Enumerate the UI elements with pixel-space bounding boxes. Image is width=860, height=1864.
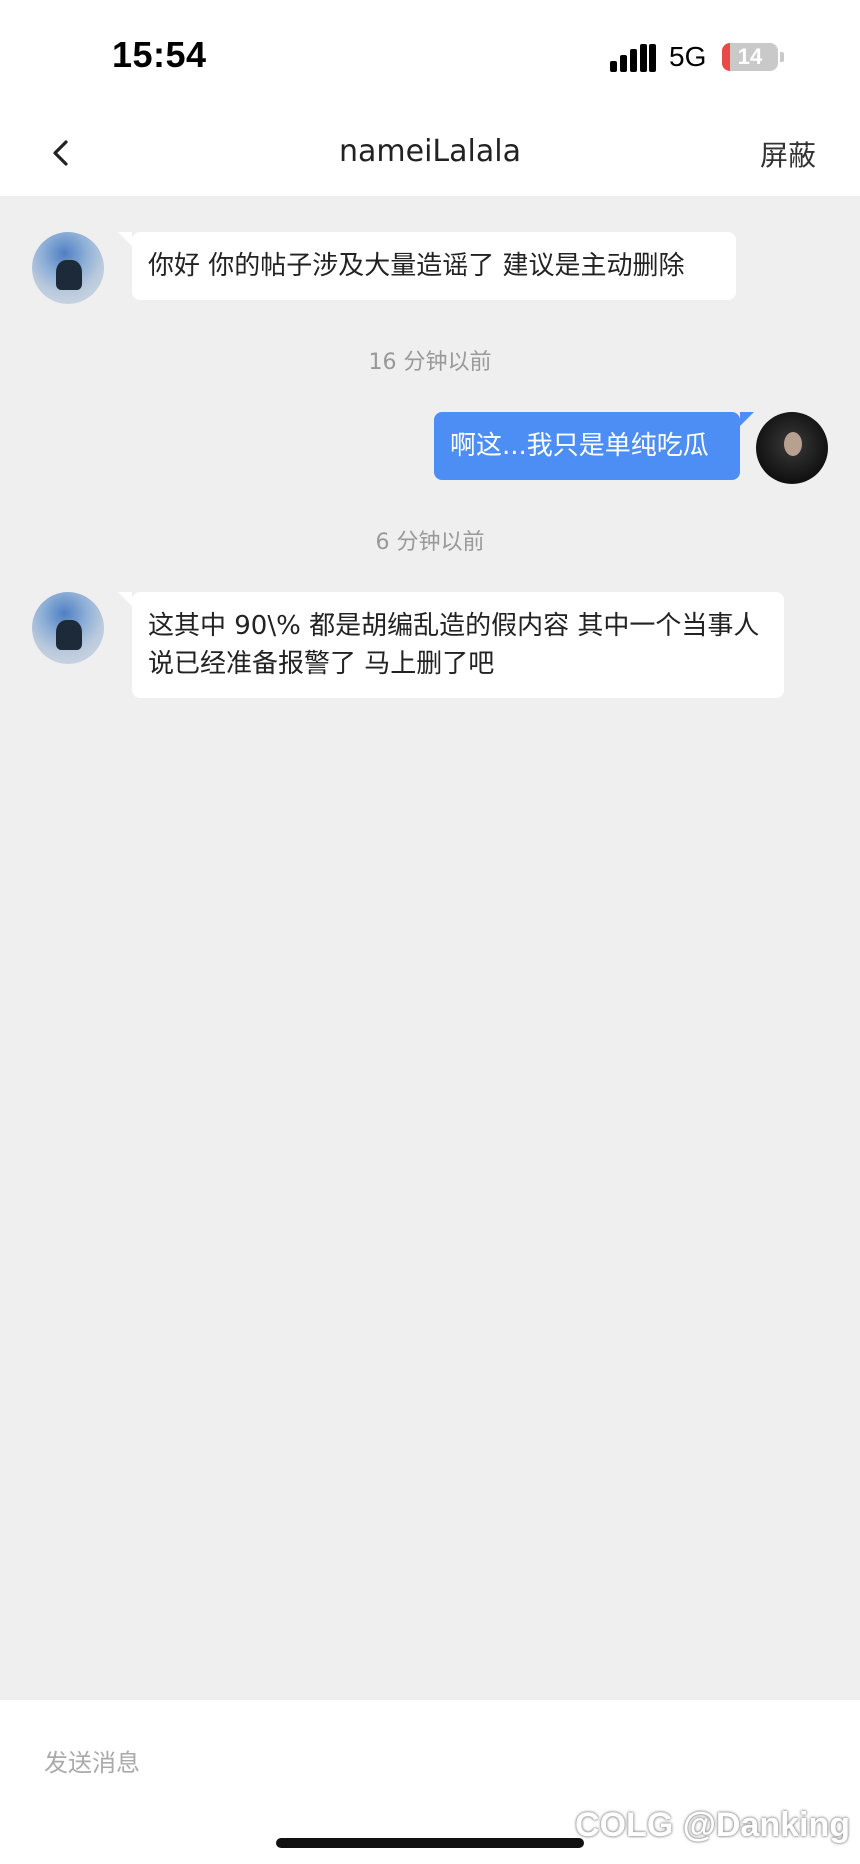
nav-bar: nameiLalala 屏蔽 <box>0 110 860 196</box>
user-avatar[interactable] <box>756 412 828 484</box>
message-timestamp: 6 分钟以前 <box>375 530 485 555</box>
conversation-title: nameiLalala <box>339 134 521 169</box>
status-bar: 15:54 5G 14 <box>0 0 860 110</box>
message-bubble-incoming[interactable]: 这其中 90\% 都是胡编乱造的假内容 其中一个当事人说已经准备报警了 马上删了… <box>118 592 784 698</box>
contact-avatar[interactable] <box>32 232 104 304</box>
message-bubble-incoming[interactable]: 你好 你的帖子涉及大量造谣了 建议是主动删除 <box>118 232 736 300</box>
message-timestamp: 16 分钟以前 <box>368 350 492 375</box>
message-input[interactable] <box>42 1742 746 1784</box>
status-time: 15:54 <box>112 34 207 75</box>
avatar-figure <box>56 620 82 650</box>
battery-icon: 14 <box>722 43 778 71</box>
home-indicator[interactable] <box>276 1838 584 1848</box>
battery-percentage: 14 <box>737 44 763 69</box>
battery-tip <box>780 52 784 62</box>
block-button[interactable]: 屏蔽 <box>760 134 816 174</box>
cellular-signal-icon <box>610 44 656 72</box>
watermark: COLG @Danking <box>575 1806 850 1844</box>
avatar-figure <box>56 260 82 290</box>
contact-avatar[interactable] <box>32 592 104 664</box>
network-type: 5G <box>669 41 707 72</box>
avatar-face <box>784 432 802 456</box>
message-bubble-outgoing[interactable]: 啊这...我只是单纯吃瓜 <box>434 412 754 480</box>
message-list[interactable]: 你好 你的帖子涉及大量造谣了 建议是主动删除 16 分钟以前 啊这...我只是单… <box>0 196 860 1700</box>
